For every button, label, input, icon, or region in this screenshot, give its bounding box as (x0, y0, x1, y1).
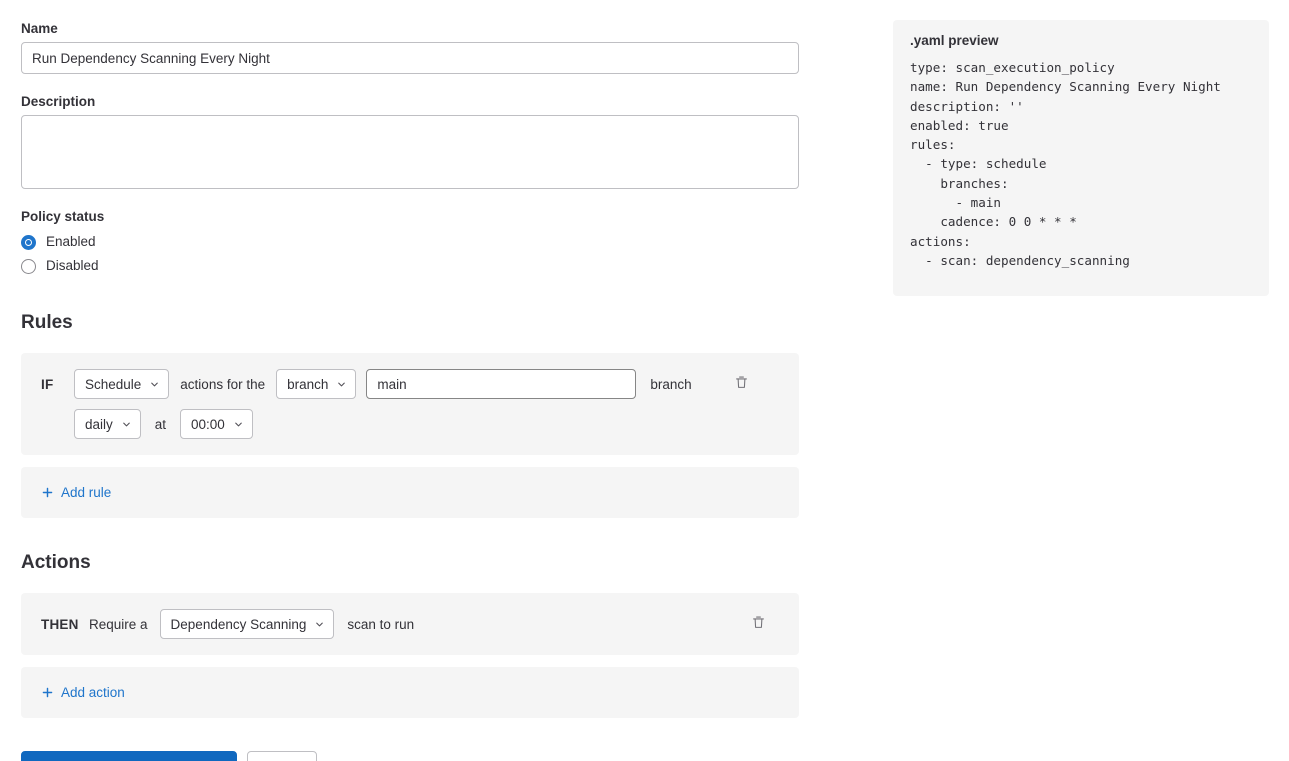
radio-disabled-label: Disabled (46, 258, 99, 274)
action-scan-select[interactable]: Dependency Scanning (160, 609, 335, 639)
action-suffix-text: scan to run (347, 617, 414, 632)
policy-editor-page: Name Description Policy status Enabled D… (0, 0, 1289, 761)
cancel-button[interactable]: Cancel (247, 751, 317, 761)
action-delete-button[interactable] (750, 616, 766, 632)
chevron-down-icon (233, 419, 244, 430)
trash-icon (751, 615, 766, 633)
radio-option-enabled[interactable]: Enabled (21, 230, 799, 254)
description-textarea[interactable] (21, 115, 799, 189)
plus-icon (41, 686, 54, 699)
trash-icon (734, 375, 749, 393)
rule-cadence-value: daily (85, 417, 113, 432)
add-action-label: Add action (61, 685, 125, 700)
policy-status-label: Policy status (21, 209, 799, 225)
action-prefix-text: Require a (89, 617, 148, 632)
radio-enabled-label: Enabled (46, 234, 96, 250)
add-rule-button[interactable]: Add rule (41, 485, 111, 500)
actions-heading: Actions (21, 552, 799, 574)
rule-scope-value: branch (287, 377, 328, 392)
rule-at-text: at (155, 417, 166, 432)
add-action-card: Add action (21, 667, 799, 718)
yaml-preview-content: type: scan_execution_policy name: Run De… (910, 58, 1252, 270)
rule-time-select[interactable]: 00:00 (180, 409, 253, 439)
rule-branch-input[interactable] (366, 369, 636, 399)
action-card: THEN Require a Dependency Scanning scan … (21, 593, 799, 655)
submit-button[interactable]: Configure with a merge request (21, 751, 237, 761)
radio-disabled-indicator[interactable] (21, 259, 36, 274)
rule-time-value: 00:00 (191, 417, 225, 432)
yaml-preview-panel: .yaml preview type: scan_execution_polic… (893, 20, 1269, 296)
rule-cadence-select[interactable]: daily (74, 409, 141, 439)
name-label: Name (21, 21, 799, 37)
rule-scope-select[interactable]: branch (276, 369, 356, 399)
form-footer: Configure with a merge request Cancel (21, 751, 799, 761)
add-rule-label: Add rule (61, 485, 111, 500)
add-action-button[interactable]: Add action (41, 685, 125, 700)
yaml-preview-title: .yaml preview (910, 32, 1252, 49)
name-input[interactable] (21, 42, 799, 74)
rule-mid-text: actions for the (180, 377, 265, 392)
rule-card: IF Schedule actions for the branch branc… (21, 353, 799, 455)
add-rule-card: Add rule (21, 467, 799, 518)
chevron-down-icon (149, 379, 160, 390)
radio-enabled-indicator[interactable] (21, 235, 36, 250)
rule-delete-button[interactable] (734, 376, 750, 392)
rule-trigger-value: Schedule (85, 377, 141, 392)
chevron-down-icon (336, 379, 347, 390)
action-scan-value: Dependency Scanning (171, 617, 307, 632)
rule-branch-suffix: branch (650, 377, 691, 392)
action-then-label: THEN (41, 617, 89, 632)
rule-if-label: IF (41, 377, 74, 392)
rules-heading: Rules (21, 312, 799, 334)
radio-option-disabled[interactable]: Disabled (21, 254, 799, 278)
description-label: Description (21, 94, 799, 110)
chevron-down-icon (314, 619, 325, 630)
policy-form: Name Description Policy status Enabled D… (21, 0, 799, 761)
rule-trigger-select[interactable]: Schedule (74, 369, 169, 399)
chevron-down-icon (121, 419, 132, 430)
plus-icon (41, 486, 54, 499)
